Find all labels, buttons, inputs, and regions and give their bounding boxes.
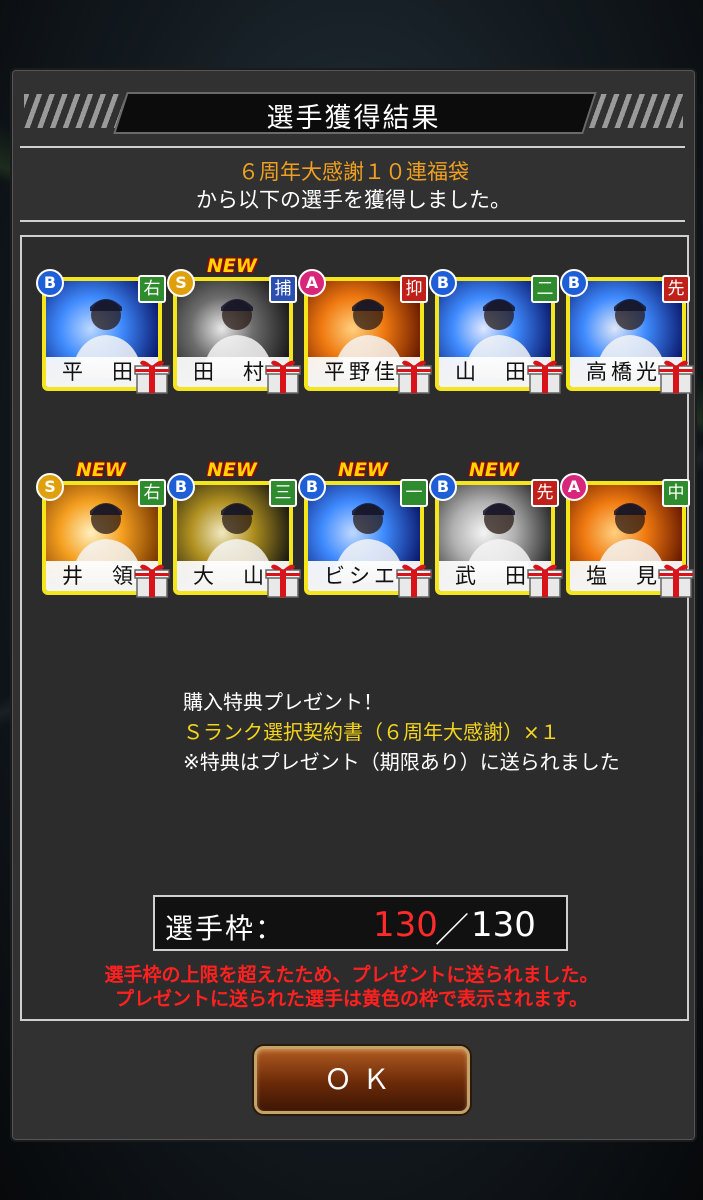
warning-line-1: 選手枠の上限を超えたため、プレゼントに送られました。 (104, 964, 599, 986)
divider-top (20, 146, 685, 148)
acquired-message: から以下の選手を獲得しました。 (196, 188, 511, 212)
gift-box-icon (265, 561, 301, 599)
bonus-item: Ｓランク選択契約書（６周年大感謝）×１ (183, 720, 560, 744)
dialog-title: 選手獲得結果 (266, 103, 441, 134)
slot-max: 130 (471, 905, 536, 945)
position-badge: 抑 (400, 275, 428, 303)
slot-label: 選手枠： (165, 912, 286, 945)
player-card[interactable]: 山 田B二 (429, 269, 563, 394)
position-badge: 右 (138, 479, 166, 507)
position-badge: 先 (531, 479, 559, 507)
position-badge: 中 (662, 479, 690, 507)
position-badge: 一 (400, 479, 428, 507)
gift-box-icon (658, 357, 694, 395)
rank-badge: B (167, 473, 195, 501)
gift-box-icon (527, 561, 563, 599)
player-card[interactable]: 平野佳 A 抑 (298, 269, 432, 394)
position-badge: 右 (138, 275, 166, 303)
player-slot-box: 選手枠： 130 ／ 130 (153, 895, 568, 951)
player-card[interactable]: 平 田B右 (36, 269, 170, 394)
player-card[interactable]: 高橋光 B 先 (560, 269, 694, 394)
player-card[interactable]: 井 領 S 右 NEW (36, 459, 170, 598)
gacha-name: ６周年大感謝１０連福袋 (238, 160, 469, 184)
new-tag: NEW (207, 255, 257, 277)
gift-box-icon (134, 357, 170, 395)
new-tag: NEW (76, 459, 126, 481)
rank-badge: B (36, 269, 64, 297)
bonus-note: ※特典はプレゼント（期限あり）に送られました (183, 750, 620, 774)
player-card[interactable]: ビシエドB一NEW (298, 459, 432, 598)
bonus-heading: 購入特典プレゼント！ (183, 690, 383, 714)
divider-bottom (20, 220, 685, 222)
new-tag: NEW (207, 459, 257, 481)
gift-box-icon (658, 561, 694, 599)
warning-line-2: プレゼントに送られた選手は黄色の枠で表示されます。 (114, 988, 589, 1010)
gift-box-icon (527, 357, 563, 395)
position-badge: 二 (531, 275, 559, 303)
title-bar: 選手獲得結果 (12, 90, 695, 134)
player-card[interactable]: 田 村 S 捕 NEW (167, 255, 301, 394)
gift-box-icon (396, 561, 432, 599)
rank-badge: B (429, 473, 457, 501)
rank-badge: S (167, 269, 195, 297)
player-card[interactable]: 塩 見A中 (560, 473, 694, 598)
gift-box-icon (265, 357, 301, 395)
gift-box-icon (396, 357, 432, 395)
rank-badge: B (429, 269, 457, 297)
player-card[interactable]: 大 山 B 三 NEW (167, 459, 301, 598)
new-tag: NEW (469, 459, 519, 481)
rank-badge: B (298, 473, 326, 501)
rank-badge: S (36, 473, 64, 501)
player-card[interactable]: 武 田 B 先 NEW (429, 459, 563, 598)
position-badge: 三 (269, 479, 297, 507)
gift-box-icon (134, 561, 170, 599)
position-badge: 捕 (269, 275, 297, 303)
rank-badge: B (560, 269, 588, 297)
slot-separator: ／ (435, 911, 469, 951)
position-badge: 先 (662, 275, 690, 303)
new-tag: NEW (338, 459, 388, 481)
rank-badge: A (560, 473, 588, 501)
ok-button[interactable]: ＯＫ (254, 1046, 470, 1114)
rank-badge: A (298, 269, 326, 297)
slot-current: 130 (373, 905, 438, 945)
